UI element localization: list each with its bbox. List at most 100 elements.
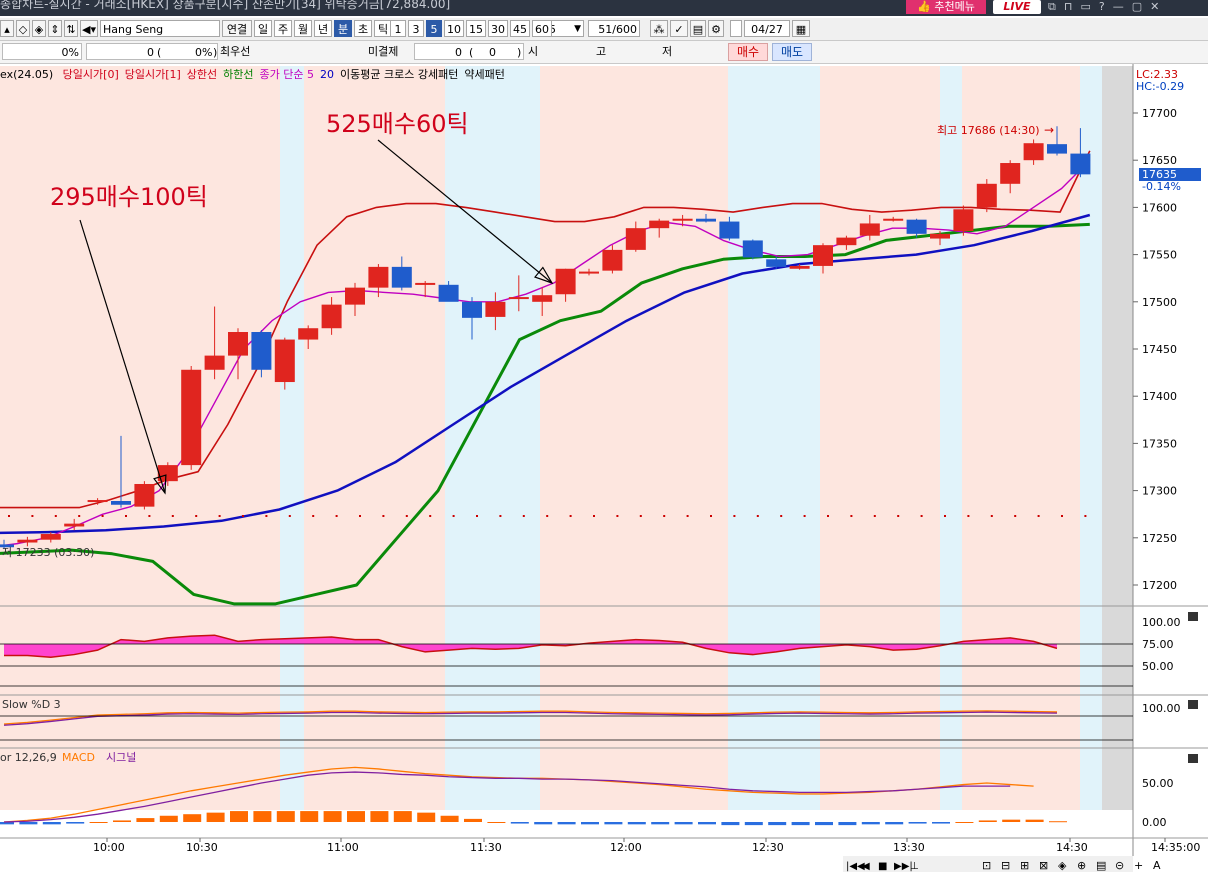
connect-button[interactable]: 연결 <box>222 20 252 37</box>
calendar-icon[interactable]: ▦ <box>792 20 810 37</box>
interval-button-7[interactable]: 60 <box>532 20 552 37</box>
resize-icon[interactable]: ⇕ <box>48 20 62 37</box>
ref-dot <box>686 515 689 517</box>
period-button-0[interactable]: 일 <box>254 20 272 37</box>
interval-button-1[interactable]: 3 <box>408 20 424 37</box>
sell-button[interactable]: 매도 <box>772 43 812 61</box>
candle-12 <box>274 339 295 383</box>
candle-17 <box>391 266 412 288</box>
qty-value: 0 <box>147 46 154 59</box>
macd-hist-bar-21 <box>487 822 506 823</box>
interval-button-6[interactable]: 45 <box>510 20 530 37</box>
period-button-3[interactable]: 년 <box>314 20 332 37</box>
panel-close-icon-0[interactable] <box>1188 612 1198 621</box>
stoch-tick: 100.00 <box>1142 702 1181 715</box>
y-tick-label-3: 17550 <box>1142 249 1177 262</box>
legend-item-7: 약세패턴 <box>464 68 505 81</box>
compare-icon[interactable]: ✓ <box>670 20 688 37</box>
recommend-menu-button[interactable]: 👍 추천메뉴 <box>906 0 986 14</box>
ref-dot <box>195 515 198 517</box>
recommend-menu-label: 추천메뉴 <box>934 0 975 13</box>
date-checkbox[interactable] <box>730 20 742 37</box>
candle-18 <box>415 282 436 285</box>
link-icon[interactable]: ⧉ <box>1048 0 1056 14</box>
close-icon[interactable]: ✕ <box>1150 0 1159 14</box>
x-tick-label-8: 14:35:00 <box>1151 841 1200 854</box>
macd-hist-bar-29 <box>674 822 693 825</box>
tool-icon-4: ◈ <box>1058 859 1067 872</box>
candle-6 <box>134 483 155 507</box>
paren-close-2: ) <box>517 46 522 59</box>
macd-name: MACD <box>62 751 95 764</box>
interval-button-2[interactable]: 5 <box>426 20 442 37</box>
candle-19 <box>438 284 459 302</box>
help-icon[interactable]: ? <box>1099 0 1105 14</box>
speaker-icon[interactable]: ◀▾ <box>80 20 98 37</box>
legend-item-6: 이동평균 크로스 강세패턴 <box>340 68 459 81</box>
x-tick-label-2: 11:00 <box>327 841 359 854</box>
panel-close-icon-2[interactable] <box>1188 754 1198 763</box>
ref-dot <box>265 515 268 517</box>
save-icon[interactable]: ▤ <box>690 20 706 37</box>
tool-icon-9: A <box>1153 859 1161 872</box>
ref-dot <box>359 515 361 517</box>
maximize-icon[interactable]: ▢ <box>1132 0 1142 14</box>
shape-icon[interactable]: ◇ <box>16 20 30 37</box>
price-chart[interactable]: 17700 17650 17600 17550 17500 17450 17400 17350… <box>0 64 1208 872</box>
y-tick-label-1: 17650 <box>1142 154 1177 167</box>
y-tick-label-8: 17300 <box>1142 485 1177 498</box>
interval-button-4[interactable]: 15 <box>466 20 486 37</box>
candle-1 <box>17 539 38 543</box>
shape-icon-2[interactable]: ◈ <box>32 20 46 37</box>
session-zone-4 <box>540 66 728 810</box>
count-display[interactable]: 51/600 <box>588 20 640 37</box>
pin-icon[interactable]: ⊓ <box>1064 0 1073 14</box>
layout-icon[interactable]: ▭ <box>1080 0 1090 14</box>
ref-dot <box>663 515 666 517</box>
period-button-4[interactable]: 분 <box>334 20 352 37</box>
window-title: 종합차트-실시간 - 거래소[HKEX] 상품구분[지수] 잔존만기[34] 위… <box>0 0 451 11</box>
macd-hist-bar-5 <box>113 820 131 822</box>
ref-dot <box>593 515 595 517</box>
gear-icon[interactable]: ⚙ <box>708 20 724 37</box>
spin-icon[interactable]: ▴ <box>0 20 14 37</box>
nav-control-2: ■ <box>878 861 887 872</box>
date-input[interactable]: 04/27 <box>744 20 790 37</box>
high-label: 고 <box>596 45 607 58</box>
session-zone-8 <box>962 66 1080 810</box>
last-change-label: -0.14% <box>1142 180 1181 193</box>
candle-16 <box>368 266 389 288</box>
ref-dot <box>429 515 432 517</box>
interval-button-0[interactable]: 1 <box>390 20 406 37</box>
macd-hist-bar-13 <box>300 811 319 822</box>
interval-button-3[interactable]: 10 <box>444 20 464 37</box>
ref-dot <box>1061 515 1063 517</box>
step-icon[interactable]: ⇅ <box>64 20 78 37</box>
interval-button-5[interactable]: 30 <box>488 20 508 37</box>
y-tick-label-0: 17700 <box>1142 107 1177 120</box>
macd-hist-bar-43 <box>1002 819 1021 822</box>
ref-dot <box>101 515 104 517</box>
symbol-input[interactable]: Hang Seng Index(24.0 <box>100 20 220 37</box>
macd-hist-bar-35 <box>815 822 833 826</box>
unfilled-field: 0 ( 0 ) <box>414 43 524 60</box>
macd-hist-bar-36 <box>838 822 857 826</box>
pct-field-2: 0% <box>195 46 213 59</box>
buy-button[interactable]: 매수 <box>728 43 768 61</box>
y-tick-label-6: 17400 <box>1142 390 1177 403</box>
pct-field-1: 0% <box>2 43 82 60</box>
macd-hist-bar-9 <box>206 812 225 822</box>
period-button-2[interactable]: 월 <box>294 20 312 37</box>
legend-item-3: 하한선 <box>223 68 254 81</box>
ref-dot <box>710 515 712 517</box>
macd-hist-bar-37 <box>861 822 880 825</box>
period-button-1[interactable]: 주 <box>274 20 292 37</box>
y-tick-label-4: 17500 <box>1142 296 1177 309</box>
panel-close-icon-1[interactable] <box>1188 700 1198 709</box>
macd-hist-bar-28 <box>651 822 670 825</box>
period-button-5[interactable]: 초 <box>354 20 372 37</box>
cursor-icon[interactable]: ⁂ <box>650 20 668 37</box>
live-button[interactable]: LIVE <box>993 0 1041 14</box>
annotation-label-1: 295매수100틱 <box>50 183 208 211</box>
minimize-icon[interactable]: — <box>1113 0 1124 14</box>
